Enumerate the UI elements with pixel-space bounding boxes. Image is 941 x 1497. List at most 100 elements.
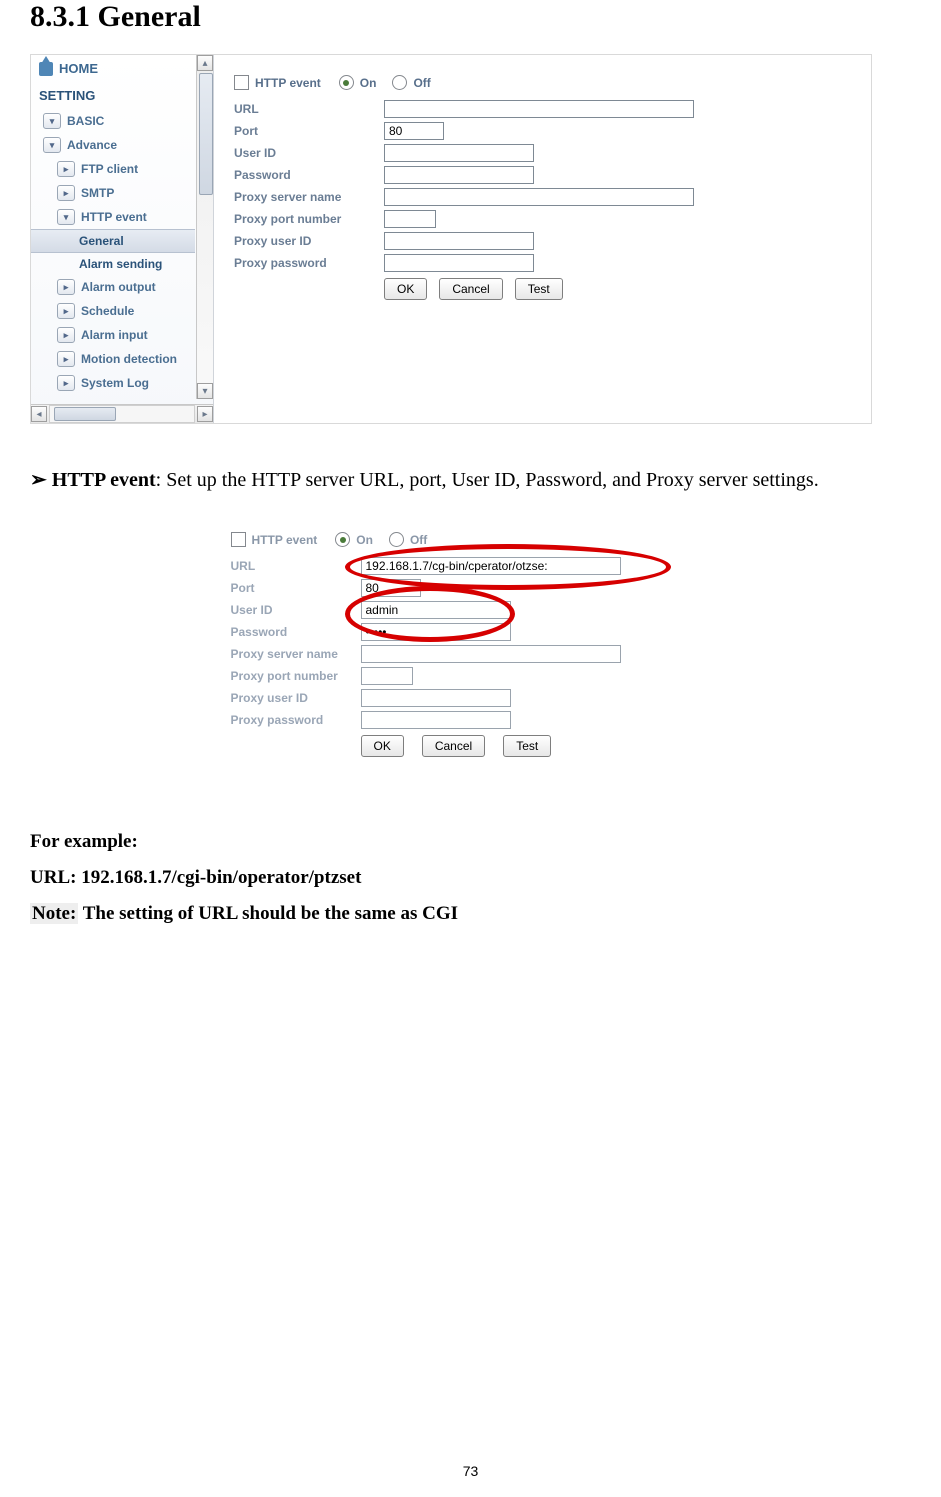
sidebar-item-label: HTTP event: [81, 210, 147, 224]
input-port[interactable]: [361, 579, 421, 597]
sidebar-item-http-event[interactable]: ▾ HTTP event: [31, 205, 213, 229]
scroll-thumb[interactable]: [199, 73, 213, 195]
label-password: Password: [231, 625, 361, 639]
input-port[interactable]: [384, 122, 444, 140]
label-url: URL: [234, 102, 384, 116]
sidebar-item-label: FTP client: [81, 162, 138, 176]
sidebar-item-schedule[interactable]: ▸ Schedule: [31, 299, 213, 323]
chevron-right-icon: ▸: [57, 279, 75, 295]
scroll-down-icon[interactable]: ▾: [197, 383, 213, 399]
sidebar-vertical-scrollbar[interactable]: ▴ ▾: [196, 55, 213, 399]
note-text: The setting of URL should be the same as…: [78, 903, 458, 924]
sidebar-item-motion-detection[interactable]: ▸ Motion detection: [31, 347, 213, 371]
sidebar-item-label: General: [79, 234, 124, 248]
test-button[interactable]: Test: [515, 278, 563, 300]
sidebar-home-label: HOME: [59, 61, 98, 76]
sidebar-item-system-log[interactable]: ▸ System Log: [31, 371, 213, 395]
sidebar-item-label: Alarm sending: [79, 257, 162, 271]
label-proxy-server: Proxy server name: [234, 190, 384, 204]
sidebar-item-alarm-input[interactable]: ▸ Alarm input: [31, 323, 213, 347]
http-event-term: HTTP event: [52, 469, 156, 491]
http-event-form: HTTP event On Off URL Port User ID Passw…: [214, 55, 871, 423]
input-proxy-user[interactable]: [361, 689, 511, 707]
label-proxy-password: Proxy password: [231, 713, 361, 727]
label-proxy-port: Proxy port number: [231, 669, 361, 683]
section-heading: 8.3.1 General: [30, 0, 911, 34]
label-user-id: User ID: [231, 603, 361, 617]
label-proxy-password: Proxy password: [234, 256, 384, 270]
http-event-checkbox[interactable]: [234, 75, 249, 90]
sidebar-setting-heading: SETTING: [31, 86, 213, 109]
label-port: Port: [234, 124, 384, 138]
sidebar-item-advance[interactable]: ▾ Advance: [31, 133, 213, 157]
input-url[interactable]: [384, 100, 694, 118]
radio-off-label: Off: [410, 533, 427, 547]
http-event-radio-on[interactable]: [339, 75, 354, 90]
sidebar-item-general[interactable]: General: [31, 229, 195, 253]
chevron-down-icon: ▾: [43, 113, 61, 129]
input-user-id[interactable]: [361, 601, 511, 619]
sidebar-item-alarm-sending[interactable]: Alarm sending: [31, 253, 213, 275]
chevron-right-icon: ▸: [57, 351, 75, 367]
label-proxy-server: Proxy server name: [231, 647, 361, 661]
chevron-right-icon: ▸: [57, 161, 75, 177]
sidebar-item-label: Advance: [67, 138, 117, 152]
sidebar-item-label: BASIC: [67, 114, 104, 128]
input-proxy-user[interactable]: [384, 232, 534, 250]
input-proxy-server[interactable]: [384, 188, 694, 206]
input-proxy-password[interactable]: [384, 254, 534, 272]
note-label: Note:: [30, 903, 78, 924]
label-port: Port: [231, 581, 361, 595]
radio-off-label: Off: [413, 76, 430, 90]
cancel-button[interactable]: Cancel: [439, 278, 502, 300]
input-password[interactable]: [384, 166, 534, 184]
example-note: Note: The setting of URL should be the s…: [30, 903, 911, 925]
sidebar-item-alarm-output[interactable]: ▸ Alarm output: [31, 275, 213, 299]
radio-on-label: On: [360, 76, 377, 90]
scroll-up-icon[interactable]: ▴: [197, 55, 213, 71]
http-event-radio-off[interactable]: [392, 75, 407, 90]
label-proxy-user: Proxy user ID: [234, 234, 384, 248]
scroll-thumb[interactable]: [54, 407, 116, 421]
input-proxy-port[interactable]: [361, 667, 413, 685]
scroll-track[interactable]: [49, 405, 195, 423]
label-user-id: User ID: [234, 146, 384, 160]
sidebar-item-label: Motion detection: [81, 352, 177, 366]
sidebar: HOME SETTING ▾ BASIC ▾ Advance ▸ FTP cli…: [31, 55, 214, 423]
http-event-checkbox[interactable]: [231, 532, 246, 547]
cancel-button[interactable]: Cancel: [422, 735, 485, 757]
sidebar-item-smtp[interactable]: ▸ SMTP: [31, 181, 213, 205]
http-event-description: ➢ HTTP event: Set up the HTTP server URL…: [30, 460, 911, 500]
sidebar-horizontal-scrollbar[interactable]: ◂ ▸: [31, 404, 213, 423]
sidebar-item-basic[interactable]: ▾ BASIC: [31, 109, 213, 133]
example-url: URL: 192.168.1.7/cgi-bin/operator/ptzset: [30, 867, 911, 889]
input-user-id[interactable]: [384, 144, 534, 162]
chevron-right-icon: ▸: [57, 327, 75, 343]
label-proxy-port: Proxy port number: [234, 212, 384, 226]
example-heading: For example:: [30, 831, 911, 853]
input-proxy-password[interactable]: [361, 711, 511, 729]
http-event-radio-off[interactable]: [389, 532, 404, 547]
example-block: For example: URL: 192.168.1.7/cgi-bin/op…: [30, 831, 911, 925]
sidebar-home[interactable]: HOME: [31, 55, 213, 86]
sidebar-item-label: Schedule: [81, 304, 134, 318]
http-event-title: HTTP event: [252, 533, 318, 547]
chevron-right-icon: ▸: [57, 375, 75, 391]
input-url[interactable]: [361, 557, 621, 575]
input-password[interactable]: [361, 623, 511, 641]
input-proxy-server[interactable]: [361, 645, 621, 663]
ok-button[interactable]: OK: [384, 278, 427, 300]
scroll-left-icon[interactable]: ◂: [31, 406, 47, 422]
scroll-right-icon[interactable]: ▸: [197, 406, 213, 422]
http-event-title: HTTP event: [255, 76, 321, 90]
http-event-desc-text: : Set up the HTTP server URL, port, User…: [156, 469, 819, 491]
chevron-right-icon: ▸: [57, 185, 75, 201]
sidebar-item-label: Alarm input: [81, 328, 148, 342]
chevron-down-icon: ▾: [57, 209, 75, 225]
test-button[interactable]: Test: [503, 735, 551, 757]
sidebar-item-ftp-client[interactable]: ▸ FTP client: [31, 157, 213, 181]
home-icon: [39, 62, 53, 76]
input-proxy-port[interactable]: [384, 210, 436, 228]
http-event-radio-on[interactable]: [335, 532, 350, 547]
ok-button[interactable]: OK: [361, 735, 404, 757]
